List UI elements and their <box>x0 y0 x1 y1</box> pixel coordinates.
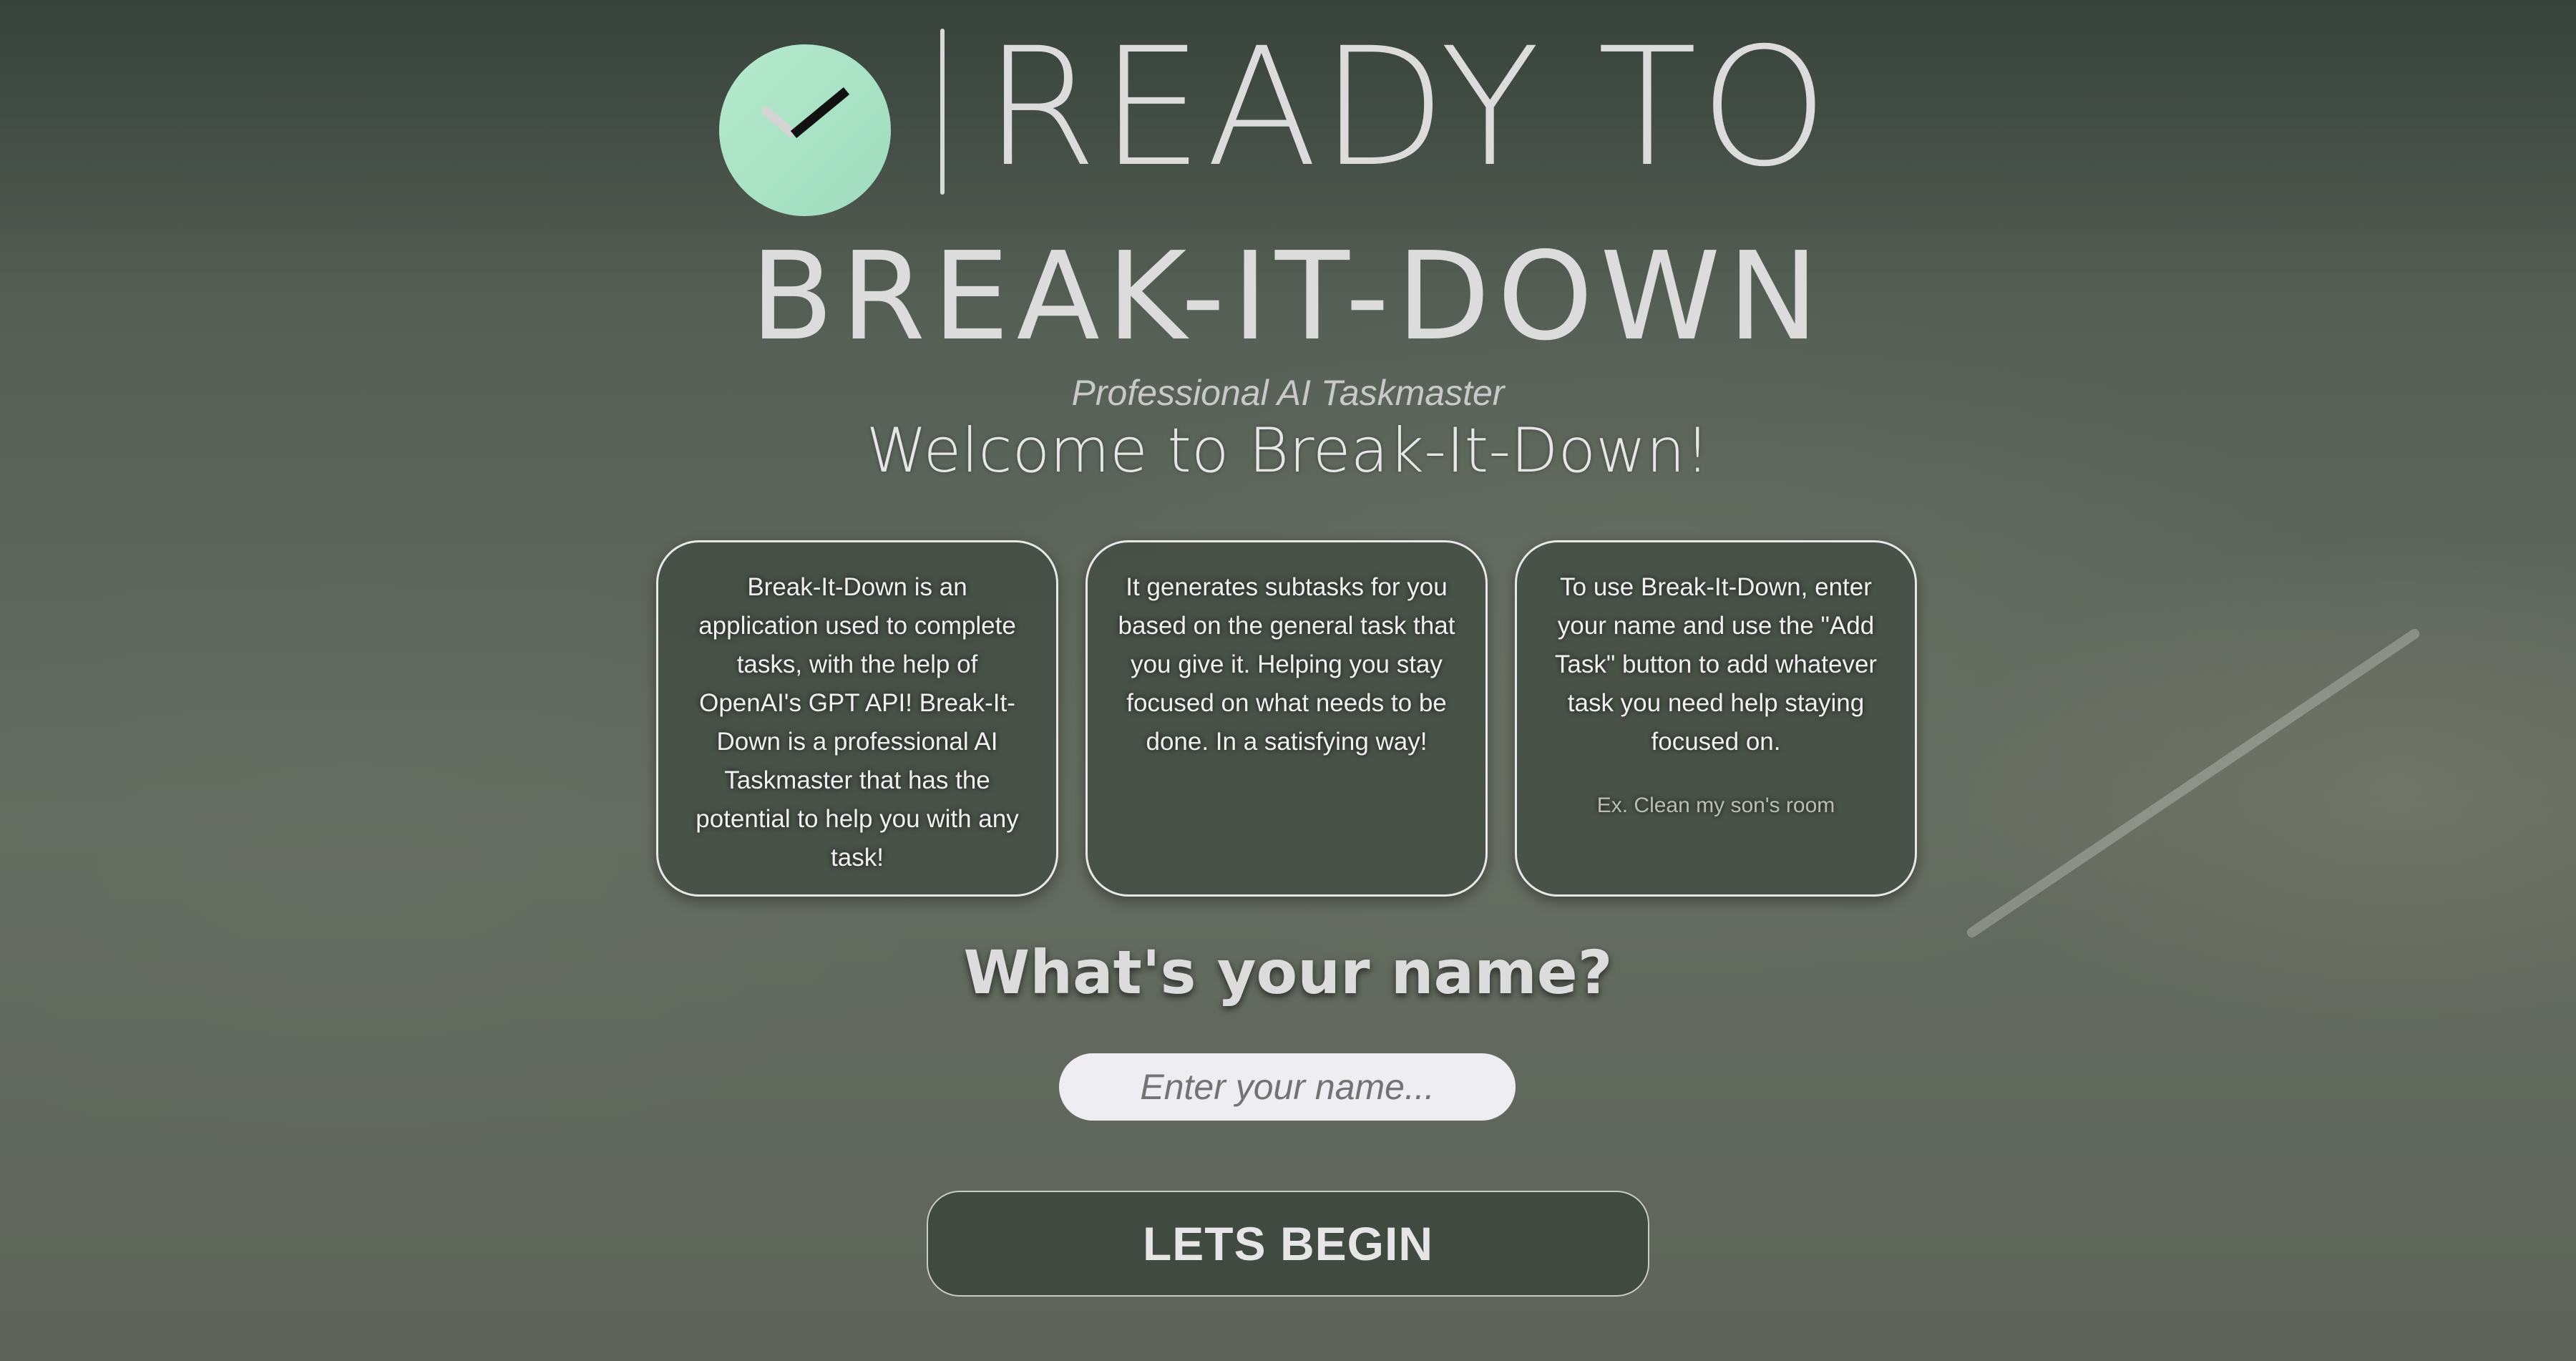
card-text: To use Break-It-Down, enter your name an… <box>1554 573 1878 756</box>
check-clock-icon <box>719 44 891 216</box>
info-card-instructions: To use Break-It-Down, enter your name an… <box>1515 540 1917 897</box>
lets-begin-button[interactable]: LETS BEGIN <box>927 1191 1649 1297</box>
tagline: Professional AI Taskmaster <box>1071 373 1505 413</box>
header: READY TO BREAK-IT-DOWN Professional AI T… <box>0 12 2576 413</box>
name-input[interactable] <box>1059 1053 1516 1121</box>
app-name: BREAK-IT-DOWN <box>750 226 1826 368</box>
logo-top-line: READY TO <box>984 12 1832 203</box>
card-text: It generates subtasks for you based on t… <box>1118 573 1455 756</box>
info-card-about: Break-It-Down is an application used to … <box>656 540 1058 897</box>
name-question: What's your name? <box>963 937 1613 1008</box>
card-example: Ex. Clean my son's room <box>1596 794 1835 817</box>
info-card-how-it-works: It generates subtasks for you based on t… <box>1085 540 1488 897</box>
info-cards: Break-It-Down is an application used to … <box>0 540 2576 898</box>
logo-divider <box>940 29 945 195</box>
welcome-heading: Welcome to Break-It-Down! <box>866 415 1710 487</box>
card-text: Break-It-Down is an application used to … <box>696 573 1019 872</box>
